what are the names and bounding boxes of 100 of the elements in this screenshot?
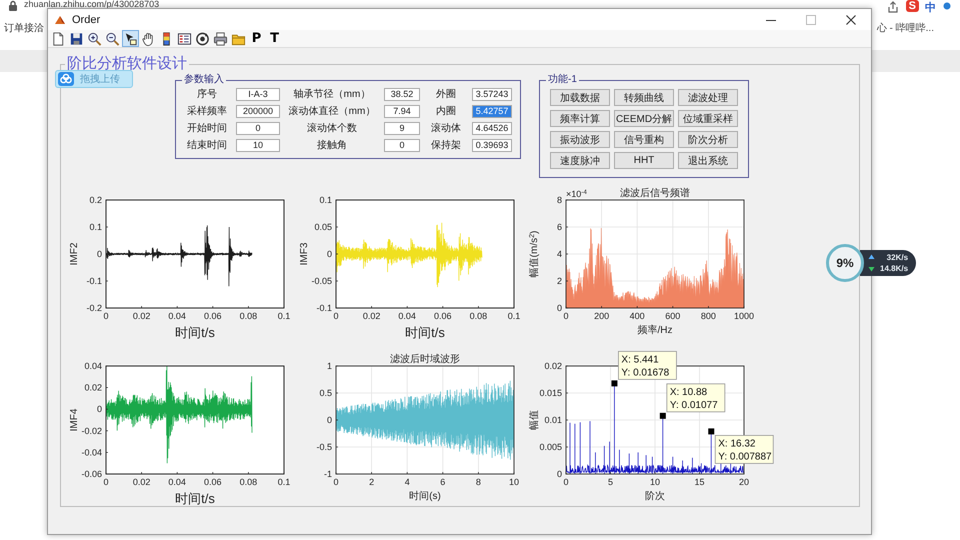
- tick-label: -0.5: [316, 442, 332, 452]
- panel-title: 阶比分析软件设计: [66, 55, 188, 73]
- param-field[interactable]: 0: [384, 138, 420, 152]
- tick-label: 0.02: [84, 382, 102, 393]
- tick-label: 0.5: [319, 388, 332, 398]
- tick-label: 4: [556, 249, 562, 259]
- param-field[interactable]: 0: [236, 122, 280, 134]
- zoom-out-icon[interactable]: [104, 30, 121, 47]
- app-icon: [54, 14, 66, 26]
- tick-label: 0.02: [544, 361, 562, 371]
- tick-label: 0.05: [314, 222, 332, 232]
- tick-label: 200: [594, 311, 610, 321]
- tick-label: 1000: [734, 311, 754, 321]
- window-title: Order: [72, 14, 100, 26]
- param-field[interactable]: 10: [236, 138, 280, 152]
- upload-speed: 32K/s: [886, 253, 908, 262]
- param-field[interactable]: 7.94: [384, 104, 420, 118]
- function-button[interactable]: 退出系统: [678, 152, 738, 169]
- param-field[interactable]: 38.52: [384, 88, 420, 100]
- data-cursor-icon[interactable]: [122, 30, 139, 47]
- field-label: 内圈: [435, 104, 457, 118]
- function-button[interactable]: HHT: [614, 152, 674, 169]
- plot-title: 滤波后信号频谱: [620, 188, 690, 199]
- function-button[interactable]: 阶次分析: [678, 131, 738, 148]
- function-button[interactable]: 加载数据: [550, 89, 610, 106]
- field-label: 滚动体个数: [306, 122, 358, 135]
- function-button[interactable]: 信号重构: [614, 131, 674, 148]
- zoom-in-icon[interactable]: [86, 30, 103, 47]
- function-button[interactable]: 速度脉冲: [550, 152, 610, 169]
- tick-label: -0.2: [86, 303, 102, 313]
- param-field[interactable]: 200000: [236, 104, 280, 118]
- tick-label: 0.02: [132, 477, 150, 487]
- tick-label: 0: [564, 477, 568, 487]
- tick-label: 0.06: [204, 477, 222, 487]
- axis-label: 频率/Hz: [638, 325, 672, 336]
- tick-label: 0.01: [544, 415, 562, 425]
- axis-exponent: ×10$^{-4}$: [566, 188, 587, 199]
- tick-label: 600: [665, 311, 680, 321]
- tick-label: 6: [556, 222, 562, 232]
- tick-label: 0.02: [362, 311, 380, 321]
- printer-icon[interactable]: [212, 30, 229, 47]
- tick-label: 0: [556, 469, 562, 479]
- up-arrow-icon: [868, 254, 875, 261]
- param-field[interactable]: 9: [384, 122, 420, 134]
- tick-label: 0: [104, 311, 108, 321]
- tick-label: 0.015: [539, 388, 562, 398]
- param-field[interactable]: I-A-3: [236, 88, 280, 100]
- tick-label: 0.1: [508, 311, 520, 321]
- toolbar-button[interactable]: T: [266, 30, 283, 47]
- tick-label: 2: [369, 477, 374, 487]
- dot-icon: [942, 0, 952, 12]
- datatip-text: X: 10.88: [670, 386, 708, 398]
- axis-label: 时间t/s: [405, 325, 445, 340]
- bookmark-item[interactable]: 订单接洽: [4, 21, 44, 35]
- tick-label: 1: [326, 361, 332, 371]
- tick-label: -0.06: [81, 469, 102, 479]
- function-button[interactable]: 位域重采样: [678, 110, 738, 127]
- param-field[interactable]: 4.64526: [472, 122, 512, 134]
- field-label: 采样频率: [186, 104, 228, 118]
- lock-icon: [8, 0, 18, 12]
- tick-label: -0.1: [316, 303, 332, 313]
- tick-label: 0: [96, 249, 102, 259]
- tick-label: 0.04: [168, 311, 186, 321]
- tick-label: 0: [334, 477, 338, 487]
- function-button[interactable]: 转频曲线: [614, 89, 674, 106]
- param-field[interactable]: 5.42757: [472, 104, 512, 118]
- ime-logo[interactable]: S: [906, 0, 919, 12]
- function-button[interactable]: 频率计算: [550, 110, 610, 127]
- axis-label: 时间t/s: [175, 491, 215, 506]
- axis-label: IMF4: [69, 408, 80, 432]
- tick-label: 0: [564, 311, 568, 321]
- function-button[interactable]: CEEMD分解: [614, 110, 674, 127]
- tick-label: 8: [476, 477, 481, 487]
- tick-label: 10: [509, 477, 519, 487]
- datatip-text: X: 16.32: [718, 438, 756, 450]
- tick-label: 0.08: [240, 311, 258, 321]
- axis-label: IMF3: [299, 242, 310, 266]
- cloud-icon: [58, 72, 74, 86]
- datatip-text: Y: 0.007887: [718, 451, 772, 462]
- function-button[interactable]: 振动波形: [550, 131, 610, 148]
- tick-label: 0.06: [204, 311, 222, 321]
- tab-title[interactable]: 心 - 哔哩哔...: [876, 21, 934, 35]
- share-icon[interactable]: [886, 0, 900, 14]
- tick-label: 0.08: [240, 477, 258, 487]
- function-button[interactable]: 滤波处理: [678, 89, 738, 106]
- param-field[interactable]: 3.57243: [472, 88, 512, 100]
- axis-label: 时间(s): [409, 491, 441, 502]
- tick-label: 400: [630, 311, 645, 321]
- ime-mode-text[interactable]: 中: [925, 0, 936, 15]
- field-label: 滚动体直径（mm）: [288, 104, 376, 118]
- toolbar-button[interactable]: P: [248, 30, 265, 47]
- tick-label: 8: [556, 195, 562, 205]
- group-title: 功能-1: [547, 75, 578, 85]
- tick-label: 0.08: [470, 311, 488, 321]
- close-icon[interactable]: [845, 14, 857, 26]
- param-field[interactable]: 0.39693: [472, 138, 512, 152]
- datatip-text: Y: 0.01678: [621, 367, 670, 378]
- address-text[interactable]: zhuanlan.zhihu.com/p/430028703: [24, 0, 160, 9]
- tick-label: 0.1: [278, 311, 290, 321]
- rotate-icon[interactable]: [194, 30, 211, 47]
